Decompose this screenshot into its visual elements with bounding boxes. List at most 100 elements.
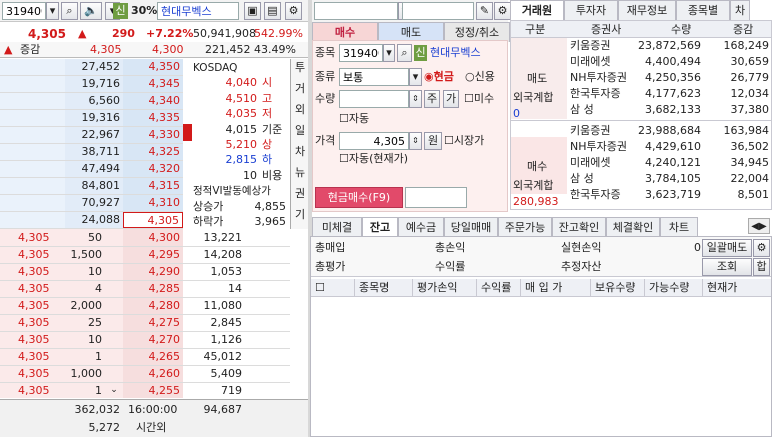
side-tab[interactable]: 투 [292,60,308,76]
ask-price[interactable]: 4,335 [123,110,183,126]
broker-tab[interactable]: 재무정보 [618,0,676,20]
ask-price[interactable]: 4,305 [123,212,183,228]
bid-price[interactable]: 4,275 [123,315,183,331]
side-tab[interactable]: 거 [292,81,308,97]
collapse-icon[interactable]: ▲ [4,42,12,58]
ask-price[interactable]: 4,340 [123,93,183,109]
balance-column-header[interactable]: 가능수량 [649,280,689,296]
account-input[interactable] [314,2,398,20]
side-tab[interactable]: 외 [292,102,308,118]
broker-tab[interactable]: 차 [730,0,750,20]
bid-price[interactable]: 4,270 [123,332,183,348]
ask-qty: 19,716 [81,77,121,90]
bid-price[interactable]: 4,290 [123,264,183,280]
balance-tab[interactable]: 잔고확인 [552,217,606,237]
query-button[interactable]: 조회 [702,258,752,276]
side-tab[interactable]: 권 [292,186,308,202]
scroll-down-icon[interactable]: ⌄ [108,384,120,396]
balance-tab[interactable]: 당일매매 [444,217,498,237]
dropdown-icon[interactable]: ▾ [409,68,422,86]
quantity-stepper[interactable]: ⇕ [409,90,422,108]
ask-price[interactable]: 4,330 [123,127,183,143]
broker-tab[interactable]: 종목별 [676,0,730,20]
gear-icon[interactable]: ⚙ [753,239,770,257]
broker-tab[interactable]: 거래원 [510,0,564,20]
ask-price[interactable]: 4,320 [123,161,183,177]
bid-price[interactable]: 4,255 [123,383,183,399]
bid-qty: 45,012 [203,350,243,363]
up-arrow-icon: ▲ [78,27,87,40]
market-price-checkbox[interactable]: ☐시장가 [444,133,484,149]
gear-icon[interactable]: ⚙ [494,2,511,20]
bid-price[interactable]: 4,260 [123,366,183,382]
ask-price[interactable]: 4,315 [123,178,183,194]
window-icon[interactable]: ▤ [264,2,281,20]
balance-scroll-icons[interactable]: ◀▶ [748,218,770,234]
broker-tab[interactable]: 투자자 [564,0,618,20]
order-tab[interactable]: 매도 [378,22,444,42]
bid-price[interactable]: 4,300 [123,230,183,246]
balance-tab[interactable]: 주문가능 [498,217,552,237]
balance-column-header[interactable]: 종목명 [359,280,389,296]
combine-button[interactable]: 합 [753,258,770,276]
stock-name-field[interactable] [157,2,239,20]
price-input[interactable] [339,132,409,150]
balance-tab[interactable]: 잔고 [362,217,398,237]
ask-price[interactable]: 4,325 [123,144,183,160]
search-icon[interactable]: ⌕ [397,44,412,62]
quantity-input[interactable] [339,90,409,108]
side-tab[interactable]: 차 [292,144,308,160]
auto-current-checkbox[interactable]: ☐자동(현재가) [339,151,408,167]
gear-icon[interactable]: ⚙ [285,2,302,20]
dropdown-icon[interactable]: ▾ [383,44,395,62]
price-stepper[interactable]: ⇕ [409,132,422,150]
ask-price[interactable]: 4,350 [123,59,183,75]
balance-column-header[interactable]: 평가손익 [417,280,457,296]
cash-radio[interactable]: ◉현금 [424,69,454,85]
password-input[interactable] [402,2,474,20]
order-memo-input[interactable] [405,187,467,208]
unfilled-checkbox[interactable]: ☐미수 [464,91,494,107]
side-tab[interactable]: 일 [292,123,308,139]
cash-buy-button[interactable]: 현금매수(F9) [315,187,403,208]
won-unit-button[interactable]: 원 [424,132,442,150]
bid-price[interactable]: 4,280 [123,298,183,314]
order-type-select[interactable] [339,68,409,86]
bid-price[interactable]: 4,285 [123,281,183,297]
order-tab[interactable]: 매수 [312,22,378,42]
stock-code-input[interactable] [2,2,46,20]
ask-price[interactable]: 4,345 [123,76,183,92]
speaker-icon[interactable]: 🔈 [80,2,102,20]
calc-button[interactable]: 가 [443,90,459,108]
share-unit-button[interactable]: 주 [424,90,440,108]
bid-qty: 719 [221,384,242,397]
balance-tab[interactable]: 차트 [660,217,698,237]
search-icon[interactable]: ⌕ [61,2,78,20]
order-code-input[interactable] [339,44,383,62]
layout-icon[interactable]: ▣ [244,2,261,20]
ask-qty: 24,088 [81,213,121,226]
dropdown-icon[interactable]: ▾ [46,2,59,20]
balance-column-header[interactable]: 현재가 [707,280,737,296]
side-tab[interactable]: 기 [292,207,308,223]
order-tab[interactable]: 정정/취소 [444,22,510,42]
column-divider [412,279,413,297]
balance-tab[interactable]: 미체결 [312,217,362,237]
edit-icon[interactable]: ✎ [476,2,493,20]
select-all-checkbox[interactable]: ☐ [315,280,325,296]
balance-tab[interactable]: 예수금 [398,217,444,237]
auto-checkbox[interactable]: ☐자동 [339,111,369,127]
column-divider [702,279,703,297]
credit-radio[interactable]: ○신용 [465,69,495,85]
bid-price[interactable]: 4,295 [123,247,183,263]
balance-column-header[interactable]: 수익률 [481,280,511,296]
column-divider [644,279,645,297]
bid-price[interactable]: 4,265 [123,349,183,365]
ask-price[interactable]: 4,310 [123,195,183,211]
bulk-sell-button[interactable]: 일괄매도 [702,239,752,257]
balance-tab[interactable]: 체결확인 [606,217,660,237]
side-tab[interactable]: 뉴 [292,165,308,181]
column-divider [520,279,521,297]
balance-column-header[interactable]: 보유수량 [595,280,635,296]
balance-column-header[interactable]: 매 입 가 [525,280,562,296]
